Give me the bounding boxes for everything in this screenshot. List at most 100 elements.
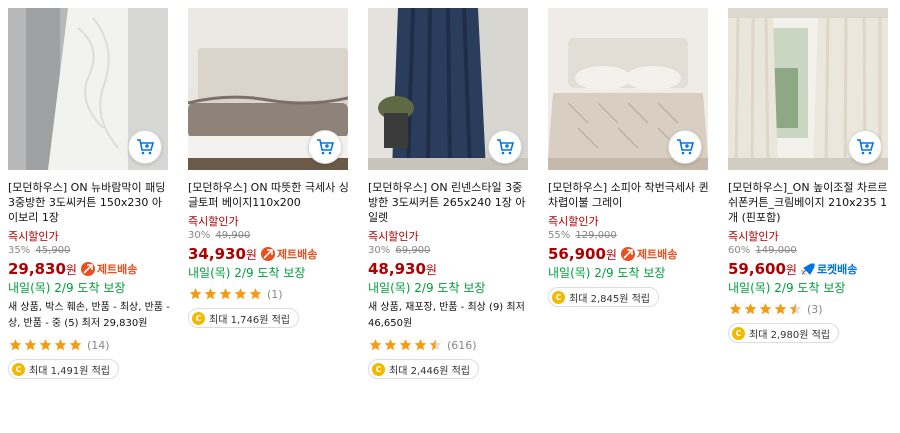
- product-image[interactable]: [188, 8, 348, 170]
- coin-icon: C: [372, 362, 385, 376]
- price-row: 56,900 원 제트배송: [548, 243, 710, 265]
- jet-delivery-icon: [620, 247, 635, 261]
- original-price: 49,900: [215, 230, 251, 241]
- add-to-cart-button[interactable]: [488, 130, 522, 164]
- discount-label: 즉시할인가: [368, 230, 419, 243]
- product-card[interactable]: [모던하우스] ON 뉴바람막이 패딩 3중방한 3도씨커튼 150x230 아…: [8, 8, 170, 379]
- discount-label: 즉시할인가: [728, 230, 779, 243]
- product-card[interactable]: [모던하우스] 소피아 착번극세사 퀸 차렵이불 그레이 즉시할인가 55% 1…: [548, 8, 710, 307]
- price-row: 34,930 원 제트배송: [188, 243, 350, 265]
- star-icon: [39, 339, 52, 351]
- jet-delivery-icon: [260, 247, 275, 261]
- star-icon: [9, 339, 22, 351]
- cart-plus-icon: [677, 139, 694, 155]
- jet-delivery-badge: 제트배송: [260, 246, 318, 262]
- badge-label: 제트배송: [636, 248, 678, 261]
- rating: (3): [728, 301, 890, 317]
- discount-percent: 30%: [188, 230, 211, 241]
- original-price-row: 60% 149,000: [728, 244, 890, 258]
- cart-plus-icon: [857, 139, 874, 155]
- add-to-cart-button[interactable]: [668, 130, 702, 164]
- jet-delivery-badge: 제트배송: [80, 261, 137, 277]
- coin-icon: C: [192, 311, 205, 325]
- other-sellers-text: 새 상품, 재포장, 반품 - 최상 (9) 최저 46,650원: [368, 302, 525, 329]
- cashback-text: 최대 1,491원 적립: [29, 365, 110, 377]
- star-icon: [189, 288, 202, 300]
- star-icon: [399, 339, 412, 351]
- star-icon: [414, 339, 427, 351]
- cashback-badge: C 최대 2,845원 적립: [548, 287, 659, 307]
- badge-label: 제트배송: [276, 248, 318, 261]
- other-sellers-info[interactable]: 새 상품, 박스 훼손, 반품 - 최상, 반품 - 상, 반품 - 중 (5)…: [8, 300, 170, 332]
- star-icon: [744, 303, 757, 315]
- product-image[interactable]: [8, 8, 168, 170]
- star-icon: [729, 303, 742, 315]
- discount-label: 즉시할인가: [8, 230, 59, 243]
- original-price-row: 30% 69,900: [368, 244, 530, 258]
- original-price: 149,000: [755, 245, 797, 256]
- cashback-text: 최대 2,446원 적립: [389, 365, 470, 377]
- star-icon: [249, 288, 262, 300]
- add-to-cart-button[interactable]: [128, 130, 162, 164]
- star-icon: [384, 339, 397, 351]
- review-count: (616): [447, 338, 477, 352]
- original-price-row: 55% 129,000: [548, 229, 710, 243]
- star-icon: [759, 303, 772, 315]
- currency-unit: 원: [425, 262, 437, 277]
- cart-plus-icon: [497, 139, 514, 155]
- sale-price: 29,830: [8, 260, 66, 278]
- original-price: 69,900: [395, 245, 431, 256]
- sale-price: 48,930: [368, 260, 426, 278]
- product-card[interactable]: [모던하우스] ON 린넨스타일 3중방한 3도씨커튼 265x240 1장 아…: [368, 8, 530, 379]
- cashback-badge: C 최대 2,446원 적립: [368, 359, 479, 379]
- star-icon: [204, 288, 217, 300]
- add-to-cart-button[interactable]: [308, 130, 342, 164]
- other-sellers-info[interactable]: 새 상품, 재포장, 반품 - 최상 (9) 최저 46,650원: [368, 300, 530, 332]
- cashback-text: 최대 2,845원 적립: [569, 293, 650, 305]
- original-price-row: 35% 45,900: [8, 244, 170, 258]
- review-count: (14): [87, 338, 110, 352]
- badge-label: 로켓배송: [816, 263, 858, 276]
- rating: (14): [8, 337, 170, 353]
- star-icon: [789, 303, 802, 315]
- product-title[interactable]: [모던하우스] ON 뉴바람막이 패딩 3중방한 3도씨커튼 150x230 아…: [8, 180, 170, 225]
- cashback-text: 최대 2,980원 적립: [749, 329, 830, 341]
- rating: (616): [368, 337, 530, 353]
- delivery-info: 내일(목) 2/9 도착 보장: [188, 266, 306, 280]
- coin-icon: C: [732, 326, 745, 340]
- product-image[interactable]: [728, 8, 888, 170]
- star-rating: [8, 338, 83, 352]
- product-image[interactable]: [548, 8, 708, 170]
- product-card[interactable]: [모던하우스]_ON 높이조절 차르르 쉬폰커튼_크림베이지 210x235 1…: [728, 8, 890, 343]
- delivery-info: 내일(목) 2/9 도착 보장: [548, 266, 666, 280]
- cashback-text: 최대 1,746원 적립: [209, 314, 290, 326]
- star-rating: [188, 287, 263, 301]
- product-title[interactable]: [모던하우스]_ON 높이조절 차르르 쉬폰커튼_크림베이지 210x235 1…: [728, 180, 890, 225]
- coin-icon: C: [12, 362, 25, 376]
- star-rating: [368, 338, 443, 352]
- star-icon: [24, 339, 37, 351]
- sale-price: 56,900: [548, 245, 606, 263]
- product-grid: [모던하우스] ON 뉴바람막이 패딩 3중방한 3도씨커튼 150x230 아…: [0, 0, 900, 433]
- product-title[interactable]: [모던하우스] ON 린넨스타일 3중방한 3도씨커튼 265x240 1장 아…: [368, 180, 530, 225]
- rocket-delivery-icon: [800, 262, 815, 276]
- rocket-delivery-badge: 로켓배송: [800, 261, 858, 277]
- product-title[interactable]: [모던하우스] ON 따뜻한 극세사 싱글토퍼 베이지110x200: [188, 180, 350, 210]
- original-price: 129,000: [575, 230, 617, 241]
- sale-price: 34,930: [188, 245, 246, 263]
- product-card[interactable]: [모던하우스] ON 따뜻한 극세사 싱글토퍼 베이지110x200 즉시할인가…: [188, 8, 350, 328]
- delivery-info: 내일(목) 2/9 도착 보장: [8, 281, 126, 295]
- product-title[interactable]: [모던하우스] 소피아 착번극세사 퀸 차렵이불 그레이: [548, 180, 710, 210]
- star-icon: [774, 303, 787, 315]
- discount-percent: 35%: [8, 245, 31, 256]
- add-to-cart-button[interactable]: [848, 130, 882, 164]
- star-icon: [219, 288, 232, 300]
- jet-delivery-icon: [80, 262, 95, 276]
- discount-percent: 60%: [728, 245, 751, 256]
- coin-icon: C: [552, 290, 565, 304]
- cashback-badge: C 최대 1,746원 적립: [188, 308, 299, 328]
- star-icon: [54, 339, 67, 351]
- delivery-info: 내일(목) 2/9 도착 보장: [368, 281, 486, 295]
- original-price-row: 30% 49,900: [188, 229, 350, 243]
- product-image[interactable]: [368, 8, 528, 170]
